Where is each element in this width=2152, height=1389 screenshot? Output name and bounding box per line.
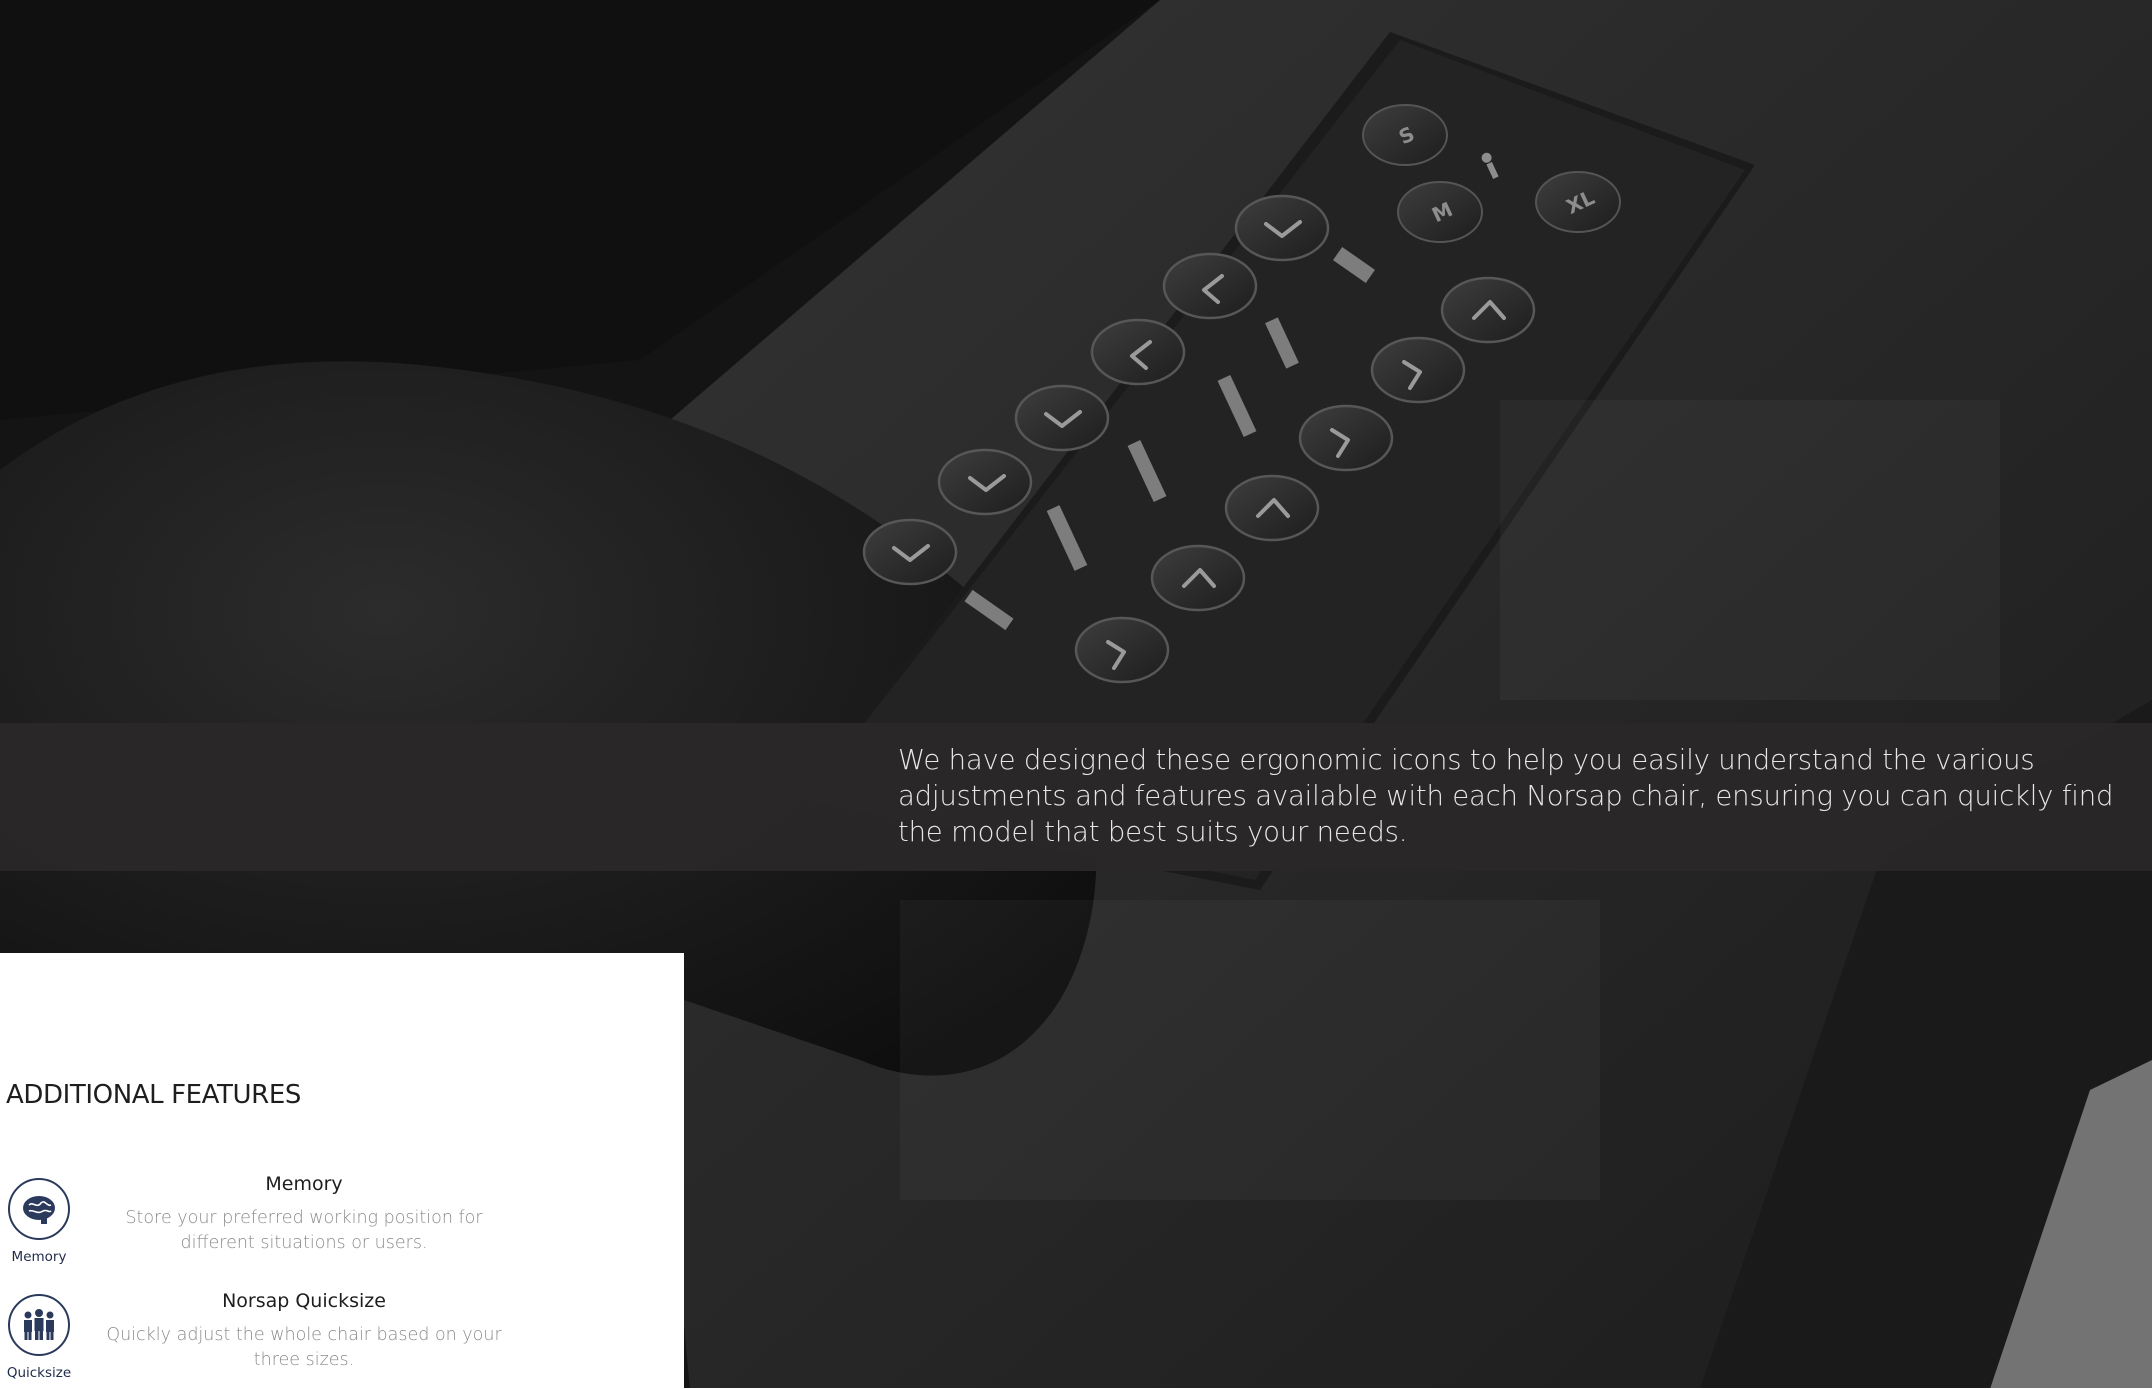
memory-feature-name: Memory <box>265 1173 343 1195</box>
additional-features-title: ADDITIONAL FEATURES <box>6 1080 301 1110</box>
brain-icon-graphic <box>23 1196 55 1224</box>
size-s-button: S <box>1362 104 1448 166</box>
quicksize-icon-label: Quicksize <box>6 1365 72 1381</box>
page: S M XL We have designed these ergonomic … <box>0 0 2152 1389</box>
three-people-icon-graphic <box>24 1309 54 1340</box>
quicksize-feature-description: Quickly adjust the whole chair based on … <box>106 1325 502 1370</box>
brain-icon <box>8 1178 70 1240</box>
caption-text: We have designed these ergonomic icons t… <box>898 744 2114 848</box>
size-xl-button: XL <box>1535 171 1621 233</box>
three-people-icon <box>8 1294 70 1356</box>
quicksize-feature-name: Norsap Quicksize <box>222 1290 386 1312</box>
memory-icon-label: Memory <box>11 1249 67 1265</box>
memory-feature-description: Store your preferred working position fo… <box>125 1208 483 1253</box>
size-m-button: M <box>1397 181 1483 243</box>
